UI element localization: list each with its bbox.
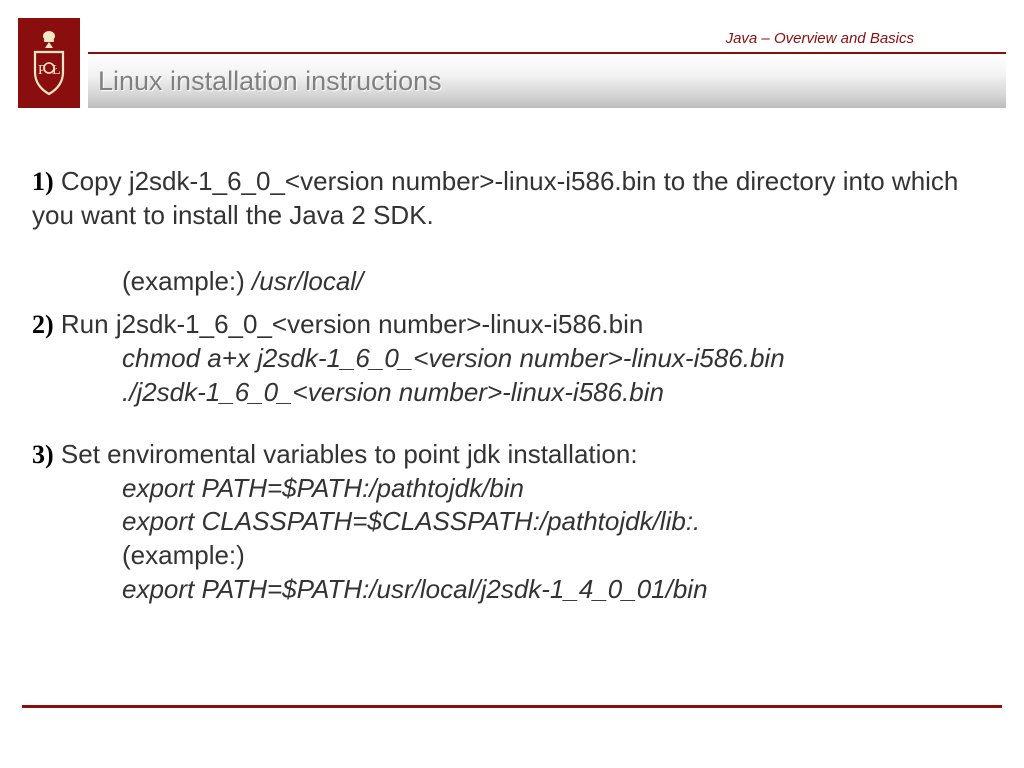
example-label: (example:) — [122, 266, 252, 296]
step-3-example-label: (example:) — [32, 539, 992, 573]
step-text: Copy j2sdk-1_6_0_<version number>-linux-… — [32, 166, 958, 230]
step-1-example: (example:) /usr/local/ — [32, 265, 992, 299]
step-1: 1) Copy j2sdk-1_6_0_<version number>-lin… — [32, 165, 992, 233]
title-bar: Linux installation instructions — [88, 54, 1006, 108]
torch-shield-icon: P Ł — [26, 28, 72, 98]
step-3-cmd1: export PATH=$PATH:/pathtojdk/bin — [32, 472, 992, 506]
step-number: 2) — [32, 310, 54, 339]
slide-title: Linux installation instructions — [98, 66, 442, 97]
step-3: 3) Set enviromental variables to point j… — [32, 438, 992, 472]
step-3-cmd2: export CLASSPATH=$CLASSPATH:/pathtojdk/l… — [32, 505, 992, 539]
university-logo: P Ł — [18, 18, 80, 108]
breadcrumb: Java – Overview and Basics — [726, 30, 914, 47]
slide-header: P Ł Java – Overview and Basics Linux ins… — [0, 0, 1024, 110]
slide-body: 1) Copy j2sdk-1_6_0_<version number>-lin… — [0, 110, 1024, 607]
footer-rule — [22, 705, 1002, 708]
step-number: 1) — [32, 167, 54, 196]
step-2-cmd1: chmod a+x j2sdk-1_6_0_<version number>-l… — [32, 342, 992, 376]
step-2: 2) Run j2sdk-1_6_0_<version number>-linu… — [32, 308, 992, 342]
step-2-cmd2: ./j2sdk-1_6_0_<version number>-linux-i58… — [32, 376, 992, 410]
step-text: Set enviromental variables to point jdk … — [54, 439, 638, 469]
step-text: Run j2sdk-1_6_0_<version number>-linux-i… — [54, 309, 644, 339]
step-3-cmd3: export PATH=$PATH:/usr/local/j2sdk-1_4_0… — [32, 573, 992, 607]
step-number: 3) — [32, 440, 54, 469]
example-path: /usr/local/ — [252, 266, 363, 296]
